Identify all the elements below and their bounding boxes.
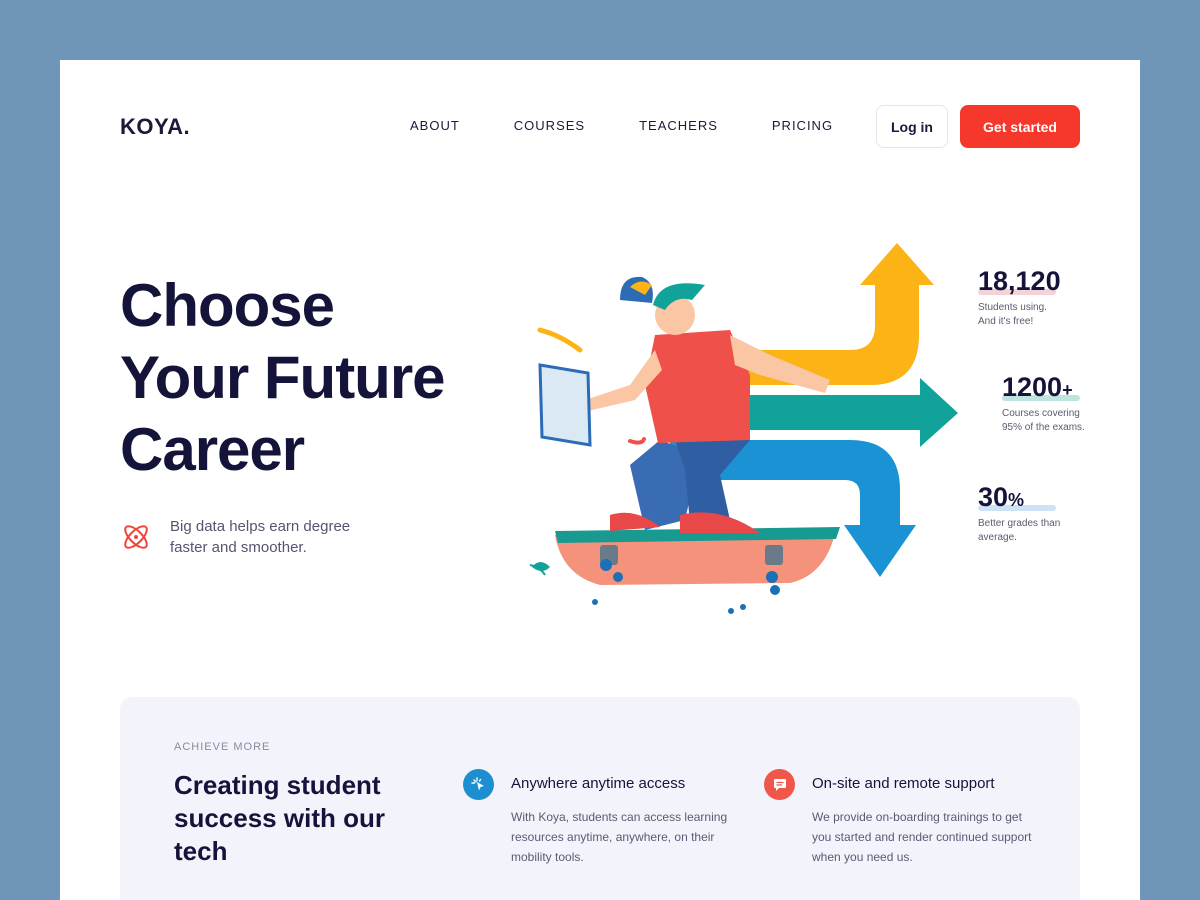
stat-value: 18,120 (978, 266, 1061, 297)
landing-page: KOYA. ABOUT COURSES TEACHERS PRICING Log… (60, 60, 1140, 900)
hero-subtitle-line: Big data helps earn degree (170, 518, 351, 535)
section-title: Creating student success with our tech (174, 770, 385, 866)
login-button[interactable]: Log in (876, 105, 948, 148)
cursor-click-icon (463, 769, 494, 800)
stat-desc-line: Courses covering (1002, 408, 1080, 419)
stat-students: 18,120 Students using. And it's free! (978, 266, 1088, 329)
stat-number: 1200 (1002, 372, 1063, 402)
feature-desc: We provide on-boarding trainings to get … (812, 810, 1032, 864)
hero-title-line: Career (120, 416, 305, 483)
hero-subtitle: Big data helps earn degree faster and sm… (120, 516, 370, 558)
feature-title: Anywhere anytime access (511, 775, 686, 792)
stat-number: 30 (978, 482, 1009, 512)
stat-desc-line: And it's free! (978, 316, 1034, 327)
stat-value: 30% (978, 482, 1056, 513)
stat-suffix: % (1008, 490, 1025, 510)
stat-suffix: + (1062, 380, 1073, 400)
nav-item-teachers[interactable]: TEACHERS (639, 118, 718, 133)
hero-subtitle-line: faster and smoother. (170, 539, 307, 556)
atom-icon (124, 525, 148, 549)
feature-desc: With Koya, students can access learning … (511, 810, 728, 864)
hero-illustration (529, 243, 958, 614)
main-nav: ABOUT COURSES TEACHERS PRICING (410, 118, 833, 133)
stat-desc: Courses covering 95% of the exams. (1002, 407, 1112, 435)
stat-courses: 1200+ Courses covering 95% of the exams. (1002, 372, 1112, 435)
stat-desc: Better grades than average. (978, 517, 1088, 545)
feature-title: On-site and remote support (812, 775, 995, 792)
stat-desc-line: average. (978, 532, 1017, 543)
stat-desc-line: 95% of the exams. (1002, 422, 1085, 433)
stat-desc-line: Students using. (978, 302, 1047, 313)
hero-title: Choose Your Future Career (120, 270, 460, 486)
nav-item-courses[interactable]: COURSES (514, 118, 585, 133)
stat-grades: 30% Better grades than average. (978, 482, 1088, 545)
hero-subtitle-text: Big data helps earn degree faster and sm… (170, 516, 370, 558)
nav-item-about[interactable]: ABOUT (410, 118, 460, 133)
stat-desc: Students using. And it's free! (978, 301, 1088, 329)
stat-number: 18,120 (978, 266, 1061, 296)
hero-title-line: Choose (120, 272, 335, 339)
brand-logo[interactable]: KOYA. (120, 114, 190, 140)
get-started-button[interactable]: Get started (960, 105, 1080, 148)
nav-item-pricing[interactable]: PRICING (772, 118, 833, 133)
achieve-more-section: ACHIEVE MORE Creating student success wi… (120, 697, 1080, 900)
stat-desc-line: Better grades than (978, 518, 1061, 529)
section-kicker: ACHIEVE MORE (174, 741, 271, 753)
hero-title-line: Your Future (120, 344, 446, 411)
chat-bubble-icon (764, 769, 795, 800)
stat-value: 1200+ (1002, 372, 1080, 403)
